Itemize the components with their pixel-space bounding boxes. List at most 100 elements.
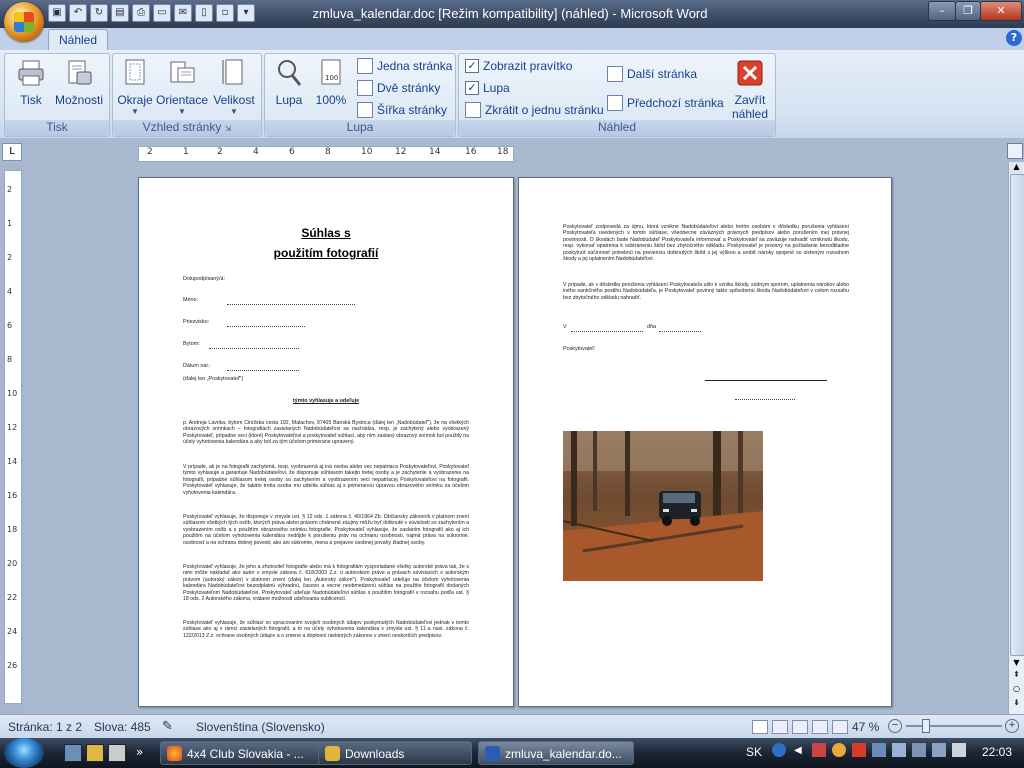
zoom-in-icon[interactable]: + — [1005, 719, 1019, 733]
zoom-slider[interactable] — [906, 725, 1002, 727]
field-label: Priezvisko: — [183, 319, 210, 325]
two-pages-button[interactable]: Dvě stránky — [357, 79, 440, 97]
ruler-label: 10 — [7, 389, 18, 398]
vertical-scrollbar[interactable]: ▲ ▼ ⇞ ○ ⇟ — [1008, 162, 1024, 714]
language-indicator[interactable]: SK — [746, 745, 762, 759]
view-ruler-icon[interactable] — [1007, 143, 1023, 159]
ruler-label: 4 — [253, 147, 259, 157]
tray-antivirus-icon[interactable] — [852, 743, 866, 757]
tab-nahled[interactable]: Náhled — [48, 29, 108, 51]
next-page-button[interactable]: Další stránka — [607, 65, 697, 83]
save-icon[interactable]: ▣ — [48, 4, 66, 22]
magnifier-checkbox[interactable]: ✓ Lupa — [465, 79, 510, 97]
explorer-icon[interactable] — [86, 744, 104, 762]
email-icon[interactable]: ✉ — [174, 4, 192, 22]
show-ruler-checkbox[interactable]: ✓ Zobrazit pravítko — [465, 57, 572, 75]
tray-app-icon[interactable] — [812, 743, 826, 757]
browse-object-icon[interactable]: ○ — [1010, 684, 1023, 696]
draft-view-icon[interactable] — [832, 720, 848, 734]
open-icon[interactable]: ▭ — [153, 4, 171, 22]
orientation-icon — [170, 61, 195, 83]
orientation-button[interactable]: Orientace ▼ — [155, 58, 209, 116]
taskbar-downloads[interactable]: Downloads — [318, 741, 472, 765]
language-status[interactable]: Slovenština (Slovensko) — [196, 720, 325, 734]
previous-page-icon[interactable]: ⇞ — [1010, 670, 1023, 682]
tray-usb-icon[interactable] — [912, 743, 926, 757]
shrink-one-page-button[interactable]: Zkrátit o jednu stránku — [465, 101, 604, 119]
taskbar-firefox[interactable]: 4x4 Club Slovakia - ... — [160, 741, 322, 765]
calculator-icon[interactable] — [108, 744, 126, 762]
tray-network-icon[interactable] — [872, 743, 886, 757]
paragraph: Poskytovateľ vyhlasuje, že jeho a zhotov… — [183, 564, 469, 603]
ruler-label: 2 — [147, 147, 153, 157]
undersigned-label: Dolupodpísaný/á: — [183, 276, 225, 282]
proofing-icon[interactable]: ✎ — [162, 718, 173, 734]
vertical-ruler[interactable]: 2 1 2 4 6 8 10 12 14 16 18 20 22 24 26 — [4, 170, 22, 704]
office-button[interactable] — [4, 2, 44, 42]
close-button[interactable]: ✕ — [980, 1, 1022, 21]
group-label-page-setup: Vzhled stránky ⇲ — [113, 120, 261, 136]
dropdown-arrow-icon: ▼ — [131, 107, 139, 116]
ruler-label: 26 — [7, 661, 18, 670]
horizontal-ruler[interactable]: 2 1 2 4 6 8 10 12 14 16 18 — [138, 146, 514, 162]
margins-button[interactable]: Okraje ▼ — [117, 58, 153, 116]
tray-update-icon[interactable] — [832, 743, 846, 757]
web-layout-icon[interactable] — [792, 720, 808, 734]
outline-view-icon[interactable] — [812, 720, 828, 734]
page-count-status[interactable]: Stránka: 1 z 2 — [8, 720, 82, 734]
checkbox-checked-icon: ✓ — [465, 81, 479, 95]
redo-icon[interactable]: ↻ — [90, 4, 108, 22]
clock[interactable]: 22:03 — [982, 745, 1012, 759]
close-preview-button[interactable]: Zavřít náhled — [729, 58, 771, 121]
scroll-up-icon[interactable]: ▲ — [1010, 162, 1023, 174]
page-1[interactable]: Súhlas s použitím fotografií Dolupodpísa… — [138, 177, 514, 707]
tray-display-icon[interactable] — [932, 743, 946, 757]
ruler-label: 12 — [7, 423, 18, 432]
zoom-out-icon[interactable]: − — [888, 719, 902, 733]
taskbar-word[interactable]: zmluva_kalendar.do... — [478, 741, 634, 765]
ruler-label: 8 — [325, 147, 331, 157]
tray-arrow-icon[interactable]: ◀ — [794, 745, 802, 756]
full-screen-reading-icon[interactable] — [772, 720, 788, 734]
signature-dotted-line — [735, 399, 795, 400]
zoom-level[interactable]: 47 % — [852, 720, 879, 734]
tray-volume-icon[interactable] — [892, 743, 906, 757]
help-tray-icon[interactable] — [772, 743, 786, 757]
print-button[interactable]: Tisk — [11, 58, 51, 107]
print-layout-view-icon[interactable] — [752, 720, 768, 734]
field-label: Bytom: — [183, 341, 200, 347]
minimize-button[interactable]: – — [928, 1, 956, 21]
scroll-down-icon[interactable]: ▼ — [1010, 658, 1023, 670]
two-pages-icon — [357, 80, 373, 96]
tray-speaker-icon[interactable] — [952, 743, 966, 757]
page-2[interactable]: Poskytovateľ zodpovedá za újmu, ktorá vz… — [518, 177, 892, 707]
next-page-icon[interactable]: ⇟ — [1010, 698, 1023, 710]
page-icon[interactable]: ▯ — [195, 4, 213, 22]
page-width-button[interactable]: Šířka stránky — [357, 101, 447, 119]
new-icon[interactable]: ▫ — [216, 4, 234, 22]
scroll-thumb[interactable] — [1010, 174, 1024, 656]
one-page-button[interactable]: Jedna stránka — [357, 57, 452, 75]
tab-selector-icon[interactable]: L — [2, 143, 22, 161]
quicklaunch-more-icon[interactable]: » — [136, 745, 143, 759]
undo-icon[interactable]: ↶ — [69, 4, 87, 22]
ruler-label: 24 — [7, 627, 18, 636]
field-label: Meno: — [183, 297, 198, 303]
signature-line — [705, 380, 827, 381]
size-button[interactable]: Velikost ▼ — [211, 58, 257, 116]
dropdown-arrow-icon: ▼ — [230, 107, 238, 116]
dialog-launcher-icon[interactable]: ⇲ — [225, 124, 232, 133]
show-desktop-icon[interactable] — [64, 744, 82, 762]
start-button[interactable] — [4, 738, 44, 768]
zoom-slider-thumb[interactable] — [922, 719, 930, 733]
maximize-button[interactable]: ❐ — [955, 1, 981, 21]
zoom-button[interactable]: Lupa — [269, 58, 309, 107]
word-count-status[interactable]: Slova: 485 — [94, 720, 151, 734]
options-button[interactable]: Možnosti — [53, 58, 105, 107]
print-icon[interactable]: ⎙ — [132, 4, 150, 22]
place-prefix: V — [563, 324, 567, 330]
zoom-100-button[interactable]: 100 100% — [311, 58, 351, 107]
help-icon[interactable]: ? — [1006, 30, 1022, 46]
print-preview-icon[interactable]: ▤ — [111, 4, 129, 22]
previous-page-button[interactable]: Předchozí stránka — [607, 94, 724, 112]
